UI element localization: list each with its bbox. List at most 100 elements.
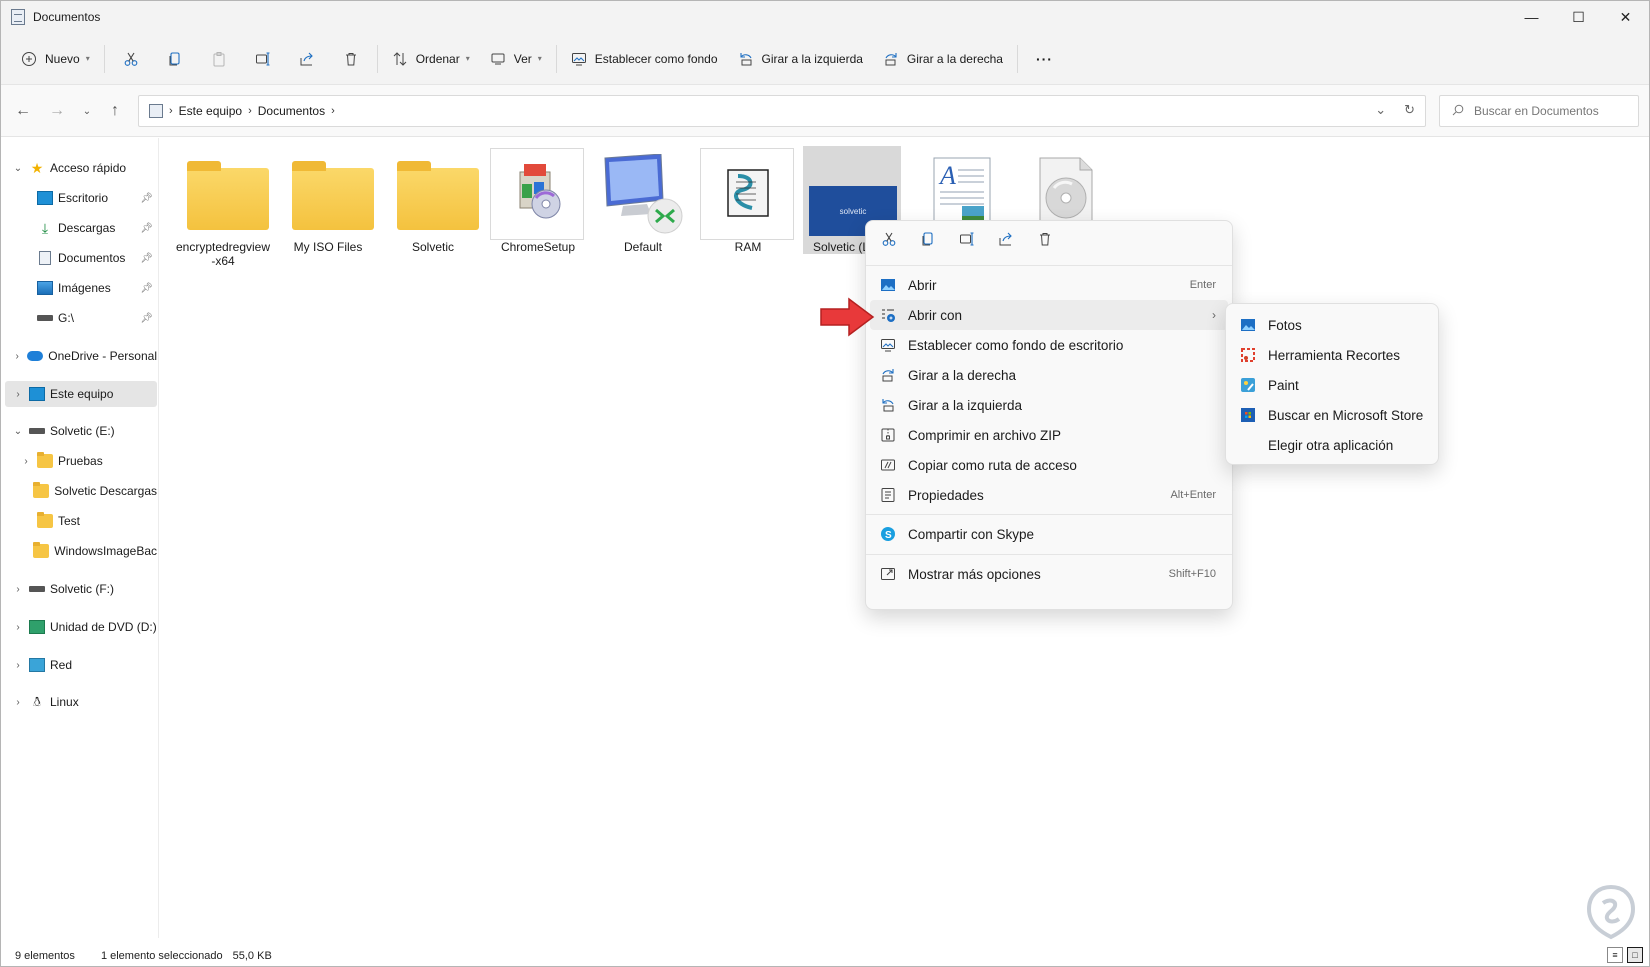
close-button[interactable]: ✕ — [1602, 1, 1649, 33]
sidebar-item-test[interactable]: Test — [5, 508, 157, 534]
delete-button[interactable] — [329, 41, 373, 77]
minimize-button[interactable]: — — [1508, 1, 1555, 33]
forward-button[interactable]: → — [45, 99, 69, 123]
thumbnail-text: solvetic — [839, 206, 867, 216]
maximize-button[interactable]: ☐ — [1555, 1, 1602, 33]
submenu-item-choose-app[interactable]: Elegir otra aplicación — [1230, 430, 1436, 460]
rename-button[interactable] — [241, 41, 285, 77]
file-item-rdp[interactable]: Default — [595, 148, 691, 274]
chevron-right-icon[interactable]: › — [11, 697, 25, 708]
paint-icon — [1240, 377, 1256, 393]
rotate-right-icon — [883, 51, 899, 67]
rotate-right-icon — [880, 367, 896, 383]
up-button[interactable]: ↑ — [103, 99, 127, 123]
sidebar-item-drive-g[interactable]: G:\ 📌︎ — [5, 305, 157, 331]
share-icon — [299, 51, 315, 67]
menu-item-rotate-left[interactable]: Girar a la izquierda — [870, 390, 1228, 420]
file-item-installer[interactable]: ChromeSetup — [490, 148, 586, 274]
breadcrumb-this-pc[interactable]: Este equipo — [179, 104, 242, 118]
new-button[interactable]: Nuevo ▾ — [11, 41, 100, 77]
chevron-down-icon[interactable]: ⌄ — [11, 163, 25, 174]
search-placeholder: Buscar en Documentos — [1474, 104, 1599, 118]
wordpad-document-icon: A — [918, 154, 998, 230]
copy-button[interactable] — [917, 229, 939, 251]
details-view-button[interactable]: ≡ — [1607, 947, 1623, 963]
set-background-button[interactable]: Establecer como fondo — [561, 41, 728, 77]
sidebar-item-label: Descargas — [58, 221, 116, 235]
folder-icon — [33, 542, 50, 558]
chevron-right-icon[interactable]: › — [11, 622, 25, 633]
chevron-right-icon[interactable]: › — [11, 584, 25, 595]
rotate-right-button[interactable]: Girar a la derecha — [873, 41, 1013, 77]
folder-icon — [183, 154, 269, 230]
sidebar-item-label: Escritorio — [58, 191, 109, 205]
menu-item-properties[interactable]: Propiedades Alt+Enter — [870, 480, 1228, 510]
cut-button[interactable] — [878, 229, 900, 251]
share-button[interactable] — [285, 41, 329, 77]
submenu-item-paint[interactable]: Paint — [1230, 370, 1436, 400]
sidebar-item-drive-f[interactable]: › Solvetic (F:) — [5, 576, 157, 602]
view-button[interactable]: Ver ▾ — [480, 41, 552, 77]
delete-button[interactable] — [1034, 229, 1056, 251]
rotate-left-button[interactable]: Girar a la izquierda — [728, 41, 873, 77]
sidebar-item-quick-access[interactable]: ⌄ ★ Acceso rápido — [5, 155, 157, 181]
sidebar-item-label: OneDrive - Personal — [48, 349, 157, 363]
file-item-folder[interactable]: encryptedregview-x64 — [175, 148, 271, 274]
menu-item-copy-as-path[interactable]: Copiar como ruta de acceso — [870, 450, 1228, 480]
file-name: My ISO Files — [293, 240, 363, 254]
submenu-item-label: Elegir otra aplicación — [1268, 437, 1394, 453]
installer-icon — [498, 154, 578, 230]
menu-item-open-with[interactable]: Abrir con › — [870, 300, 1228, 330]
copy-button[interactable] — [153, 41, 197, 77]
chevron-right-icon[interactable]: › — [11, 351, 23, 362]
sort-button[interactable]: Ordenar ▾ — [382, 41, 480, 77]
chevron-down-icon[interactable]: ⌄ — [11, 426, 25, 437]
folder-icon — [37, 452, 53, 468]
more-options-button[interactable]: ··· — [1022, 41, 1067, 77]
chevron-right-icon[interactable]: › — [11, 389, 25, 400]
submenu-item-snipping-tool[interactable]: Herramienta Recortes — [1230, 340, 1436, 370]
history-dropdown-icon[interactable]: ⌄ — [1375, 102, 1386, 118]
breadcrumb-documents[interactable]: Documentos — [258, 104, 325, 118]
chevron-right-icon: › — [1212, 308, 1216, 322]
window-controls: — ☐ ✕ — [1508, 1, 1649, 33]
menu-item-rotate-right[interactable]: Girar a la derecha — [870, 360, 1228, 390]
menu-item-open[interactable]: Abrir Enter — [870, 270, 1228, 300]
sidebar-item-solvetic-descargas[interactable]: Solvetic Descargas — [5, 478, 157, 504]
chevron-right-icon[interactable]: › — [19, 456, 33, 467]
sidebar-item-linux[interactable]: › 🐧︎ Linux — [5, 689, 157, 715]
sidebar-item-onedrive[interactable]: › OneDrive - Personal — [5, 343, 157, 369]
rename-button[interactable] — [956, 229, 978, 251]
search-input[interactable]: Buscar en Documentos — [1439, 95, 1639, 127]
sidebar-item-dvd[interactable]: › Unidad de DVD (D:) — [5, 614, 157, 640]
sidebar-item-desktop[interactable]: Escritorio 📌︎ — [5, 185, 157, 211]
sidebar-item-documents[interactable]: Documentos 📌︎ — [5, 245, 157, 271]
refresh-icon[interactable]: ↻ — [1404, 102, 1415, 118]
sidebar-item-pictures[interactable]: Imágenes 📌︎ — [5, 275, 157, 301]
large-icons-view-button[interactable]: □ — [1627, 947, 1643, 963]
folder-icon — [33, 482, 50, 498]
sidebar-item-label: Solvetic (F:) — [50, 582, 115, 596]
sidebar-item-network[interactable]: › Red — [5, 652, 157, 678]
recent-locations-button[interactable]: ⌄ — [75, 99, 99, 123]
address-bar[interactable]: › Este equipo › Documentos › ⌄ ↻ — [138, 95, 1426, 127]
back-button[interactable]: ← — [11, 99, 35, 123]
chevron-right-icon[interactable]: › — [11, 660, 25, 671]
file-item-folder[interactable]: My ISO Files — [280, 148, 376, 274]
paste-button[interactable] — [197, 41, 241, 77]
submenu-item-photos[interactable]: Fotos — [1230, 310, 1436, 340]
menu-item-set-desktop-background[interactable]: Establecer como fondo de escritorio — [870, 330, 1228, 360]
share-button[interactable] — [995, 229, 1017, 251]
sidebar-item-this-pc[interactable]: › Este equipo — [5, 381, 157, 407]
file-item-folder[interactable]: Solvetic — [385, 148, 481, 274]
sidebar-item-pruebas[interactable]: › Pruebas — [5, 448, 157, 474]
submenu-item-microsoft-store[interactable]: Buscar en Microsoft Store — [1230, 400, 1436, 430]
cut-button[interactable] — [109, 41, 153, 77]
menu-item-show-more-options[interactable]: Mostrar más opciones Shift+F10 — [870, 559, 1228, 589]
sidebar-item-windowsimagebackup[interactable]: WindowsImageBac — [5, 538, 157, 564]
menu-item-share-skype[interactable]: S Compartir con Skype — [870, 519, 1228, 549]
sidebar-item-drive-e[interactable]: ⌄ Solvetic (E:) — [5, 418, 157, 444]
menu-item-compress-zip[interactable]: Comprimir en archivo ZIP — [870, 420, 1228, 450]
file-item-script[interactable]: RAM — [700, 148, 796, 274]
sidebar-item-downloads[interactable]: ⤓ Descargas 📌︎ — [5, 215, 157, 241]
